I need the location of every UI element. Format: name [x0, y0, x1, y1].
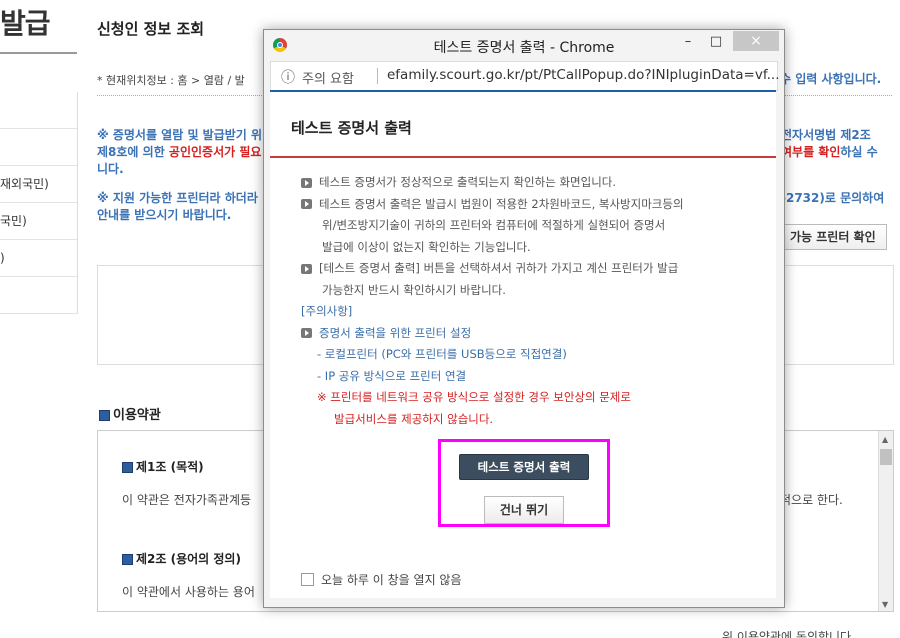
notice-2-right: -2732)로 문의하여: [781, 191, 885, 205]
article-2-label: 제2조 (용어의 정의): [136, 552, 241, 566]
bullet-icon: [99, 410, 110, 421]
notice-1-red: 공인인증서가 필요: [168, 145, 262, 159]
scrollbar-thumb[interactable]: [880, 449, 892, 465]
article-2-title: 제2조 (용어의 정의): [122, 550, 241, 567]
printer-setting: 증명서 출력을 위한 프린터 설정: [301, 323, 684, 345]
article-1-label: 제1조 (목적): [136, 460, 204, 474]
notice-1-right-line1: 전자서명법 제2조: [781, 128, 871, 142]
desc-text: [테스트 증명서 출력] 버튼을 선택하셔서 귀하가 가지고 계신 프린터가 발…: [319, 261, 679, 275]
notice-2-line2: 안내를 받으시기 바랍니다.: [97, 208, 232, 222]
article-1-text: 이 약관은 전자가족관계등: [122, 493, 252, 507]
heading-red-line: [270, 156, 776, 158]
page-heading: 발급: [0, 7, 51, 40]
notice-2: ※ 지원 가능한 프린터라 하더라 안내를 받으시기 바랍니다.: [97, 190, 267, 224]
desc-text: 테스트 증명서 출력은 발급시 법원이 적용한 2차원바코드, 복사방지마크등의: [319, 196, 684, 211]
notice-1-line2: 제8호에 의한 공인인증서가 필요: [97, 144, 267, 161]
bullet-arrow-icon: [301, 199, 312, 209]
breadcrumb: * 현재위치정보 : 홈 > 열람 / 발: [97, 74, 245, 87]
desc-line-3: 위/변조방지기술이 귀하의 프린터와 컴퓨터에 적절하게 실현되어 증명서: [322, 218, 666, 232]
side-nav-item[interactable]: 재외국민): [0, 166, 77, 203]
network-warning-1: ※ 프린터를 네트워크 공유 방식으로 설정한 경우 보안상의 문제로: [317, 390, 631, 404]
terms-section-title: 이용약관: [99, 404, 161, 423]
security-warning[interactable]: 주의 요함: [302, 68, 354, 87]
side-nav-item[interactable]: [0, 277, 77, 314]
maximize-button[interactable]: □: [702, 32, 730, 52]
close-button[interactable]: ×: [733, 31, 779, 51]
bullet-arrow-icon: [301, 263, 312, 274]
side-nav-item[interactable]: [0, 92, 77, 129]
required-note: 수 입력 사항입니다.: [780, 72, 882, 86]
bullet-icon: [122, 554, 133, 565]
notice-2-line1: ※ 지원 가능한 프린터라 하더라: [97, 191, 258, 205]
scroll-up-icon[interactable]: ▲: [882, 435, 888, 444]
network-warning-2: 발급서비스를 제공하지 않습니다.: [334, 411, 494, 426]
popup-heading: 테스트 증명서 출력: [291, 119, 412, 137]
notice-1-right: 전자서명법 제2조 여부를 확인하실 수: [781, 127, 878, 161]
side-nav-item[interactable]: 국민): [0, 203, 77, 240]
terms-section-label: 이용약관: [113, 408, 161, 423]
bullet-icon: [122, 462, 133, 473]
address-bar[interactable]: ⓘ 주의 요함 efamily.scourt.go.kr/pt/PtCallPo…: [270, 61, 779, 91]
notice-1-right-text: 하실 수: [840, 145, 878, 159]
scroll-down-icon[interactable]: ▼: [882, 600, 888, 609]
address-separator: [377, 68, 378, 84]
notice-1: ※ 증명서를 열람 및 발급받기 위 제8호에 의한 공인인증서가 필요 니다.: [97, 127, 267, 178]
notice-1-text: 제8호에 의한: [97, 145, 169, 159]
agree-label: 위 이용약관에 동의합니다.: [722, 630, 855, 638]
terms-scrollbar[interactable]: ▲ ▼: [878, 431, 893, 611]
dont-show-today-label[interactable]: 오늘 하루 이 창을 열지 않음: [321, 571, 462, 588]
page-title: 신청인 정보 조회: [97, 20, 205, 38]
info-icon[interactable]: ⓘ: [281, 67, 295, 87]
desc-text: 테스트 증명서가 정상적으로 출력되는지 확인하는 화면입니다.: [319, 175, 617, 189]
notice-1-line1: ※ 증명서를 열람 및 발급받기 위: [97, 128, 263, 142]
bullet-arrow-icon: [301, 328, 312, 338]
caution-title: [주의사항]: [301, 304, 353, 318]
article-2-text: 이 약관에서 사용하는 용어: [122, 585, 255, 599]
popup-titlebar[interactable]: 테스트 증명서 출력 - Chrome – □ ×: [264, 30, 784, 60]
printer-setting-text: 증명서 출력을 위한 프린터 설정: [319, 325, 472, 340]
url-text[interactable]: efamily.scourt.go.kr/pt/PtCallPopup.do?I…: [387, 67, 779, 83]
popup-description: 테스트 증명서가 정상적으로 출력되는지 확인하는 화면입니다. 테스트 증명서…: [301, 172, 684, 430]
article-1-text-right: 적으로 한다.: [780, 493, 843, 507]
side-nav-item[interactable]: [0, 129, 77, 166]
printer-option-local: - 로컬프린터 (PC와 프린터를 USB등으로 직접연결): [317, 347, 567, 361]
minimize-button[interactable]: –: [674, 32, 702, 52]
notice-1-line3: 니다.: [97, 162, 124, 176]
content-top-border: [270, 90, 776, 92]
highlight-box: [438, 439, 610, 527]
desc-line-2: 테스트 증명서 출력은 발급시 법원이 적용한 2차원바코드, 복사방지마크등의: [301, 194, 684, 216]
dont-show-today-checkbox[interactable]: [301, 573, 314, 586]
desc-line-6: 가능한지 반드시 확인하시기 바랍니다.: [322, 282, 506, 297]
article-1-title: 제1조 (목적): [122, 458, 204, 475]
heading-underline: [0, 52, 77, 54]
desc-line-5: [테스트 증명서 출력] 버튼을 선택하셔서 귀하가 가지고 계신 프린터가 발…: [301, 258, 684, 280]
notice-1-right-red: 여부를 확인: [781, 145, 841, 159]
desc-line-1: 테스트 증명서가 정상적으로 출력되는지 확인하는 화면입니다.: [301, 172, 684, 194]
side-nav-item[interactable]: ): [0, 240, 77, 277]
printer-check-button[interactable]: 가능 프린터 확인: [779, 224, 887, 250]
desc-line-4: 발급에 이상이 없는지 확인하는 기능입니다.: [322, 239, 531, 254]
bullet-arrow-icon: [301, 177, 312, 188]
printer-option-ip: - IP 공유 방식으로 프린터 연결: [317, 368, 467, 383]
notice-1-right-line2: 여부를 확인하실 수: [781, 144, 878, 161]
